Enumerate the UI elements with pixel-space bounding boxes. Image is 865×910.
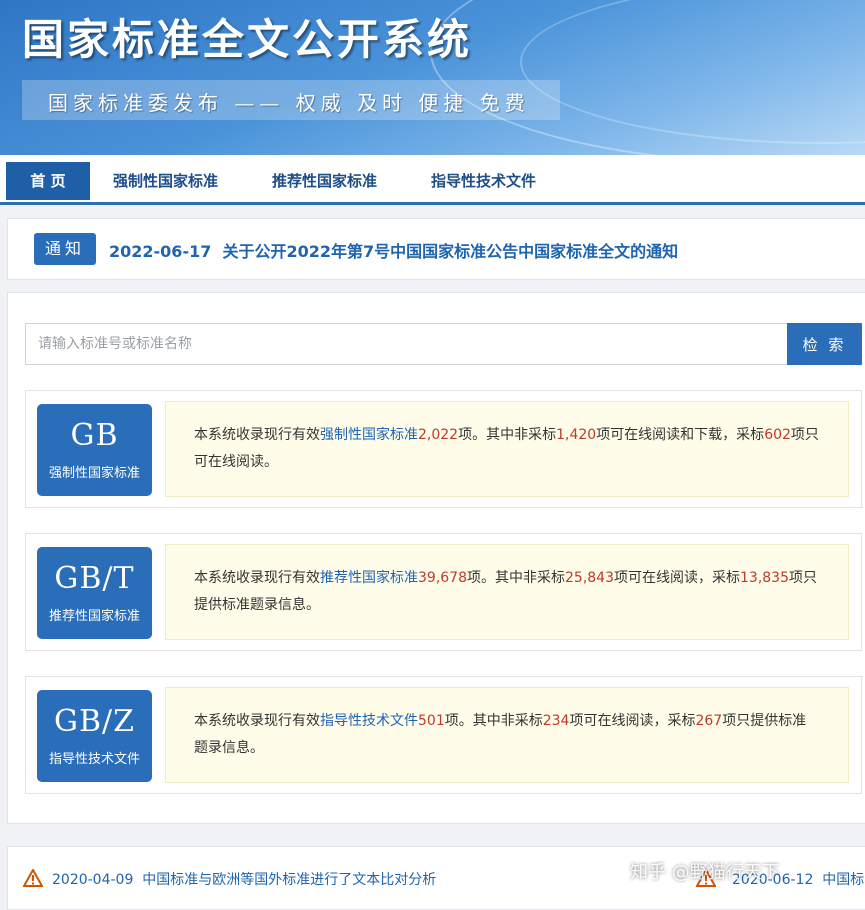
desc-text: 本系统收录现行有效: [194, 427, 320, 443]
category-link[interactable]: 推荐性国家标准: [320, 570, 418, 586]
category-link[interactable]: 指导性技术文件: [320, 713, 418, 729]
total-count: 2,022: [418, 427, 459, 443]
search-button[interactable]: 检 索: [787, 323, 862, 365]
standard-card-gbz: GB/Z 指导性技术文件 本系统收录现行有效指导性技术文件501项。其中非采标2…: [25, 676, 862, 794]
standard-card-gbt: GB/T 推荐性国家标准 本系统收录现行有效推荐性国家标准39,678项。其中非…: [25, 533, 862, 651]
desc-text: 项可在线阅读，采标: [569, 713, 696, 729]
desc-text: 项。其中非采标: [458, 427, 557, 443]
desc-text: 本系统收录现行有效: [194, 713, 320, 729]
notice-date: 2022-06-17: [109, 242, 212, 261]
news-title: 中国标: [822, 872, 865, 888]
nav-item-home[interactable]: 首 页: [6, 162, 90, 200]
category-link[interactable]: 强制性国家标准: [320, 427, 418, 443]
category-subtitle: 推荐性国家标准: [48, 609, 140, 624]
adopted-count: 13,835: [740, 570, 789, 586]
news-item-link[interactable]: 2020-04-09 中国标准与欧洲等国外标准进行了文本比对分析: [52, 869, 436, 889]
non-adopted-count: 234: [542, 713, 570, 729]
category-description: 本系统收录现行有效推荐性国家标准39,678项。其中非采标25,843项可在线阅…: [165, 544, 849, 640]
desc-text: 项。其中非采标: [467, 570, 565, 586]
warning-triangle-icon: [23, 869, 43, 887]
search-input[interactable]: [25, 323, 787, 365]
category-code: GB/Z: [54, 704, 135, 739]
header-banner: 国家标准全文公开系统 国家标准委发布 —— 权威 及时 便捷 免费: [0, 0, 865, 155]
main-panel: 检 索 GB 强制性国家标准 本系统收录现行有效强制性国家标准2,022项。其中…: [7, 292, 865, 824]
desc-text: 项可在线阅读和下载，采标: [596, 427, 765, 443]
nav-item-mandatory-standards[interactable]: 强制性国家标准: [113, 162, 218, 200]
adopted-count: 602: [764, 427, 791, 443]
desc-text: 项可在线阅读，采标: [614, 570, 740, 586]
category-description: 本系统收录现行有效强制性国家标准2,022项。其中非采标1,420项可在线阅读和…: [165, 401, 849, 497]
site-tagline: 国家标准委发布 —— 权威 及时 便捷 免费: [48, 91, 530, 115]
non-adopted-count: 1,420: [556, 427, 597, 443]
category-logo-gb[interactable]: GB 强制性国家标准: [37, 404, 152, 496]
category-logo-gbt[interactable]: GB/T 推荐性国家标准: [37, 547, 152, 639]
category-subtitle: 强制性国家标准: [48, 466, 140, 481]
non-adopted-count: 25,843: [565, 570, 614, 586]
news-date: 2020-04-09: [52, 872, 134, 888]
category-logo-gbz[interactable]: GB/Z 指导性技术文件: [37, 690, 152, 782]
desc-text: 本系统收录现行有效: [194, 570, 320, 586]
nav-item-recommended-standards[interactable]: 推荐性国家标准: [272, 162, 377, 200]
desc-text: 项。其中非采标: [444, 713, 543, 729]
adopted-count: 267: [695, 713, 723, 729]
standard-card-gb: GB 强制性国家标准 本系统收录现行有效强制性国家标准2,022项。其中非采标1…: [25, 390, 862, 508]
notice-title: 关于公开2022年第7号中国国家标准公告中国家标准全文的通知: [222, 242, 679, 261]
main-nav: 首 页 强制性国家标准 推荐性国家标准 指导性技术文件: [0, 155, 865, 205]
total-count: 39,678: [418, 570, 467, 586]
news-title: 中国标准与欧洲等国外标准进行了文本比对分析: [142, 872, 437, 888]
category-description: 本系统收录现行有效指导性技术文件501项。其中非采标234项可在线阅读，采标26…: [165, 687, 849, 783]
category-code: GB/T: [54, 561, 135, 596]
category-code: GB: [70, 418, 119, 453]
watermark: 知乎 @野猫行天下: [630, 862, 780, 883]
site-title: 国家标准全文公开系统: [22, 15, 473, 64]
total-count: 501: [418, 713, 445, 729]
notice-badge: 通知: [34, 233, 96, 265]
notice-link[interactable]: 2022-06-17 关于公开2022年第7号中国国家标准公告中国家标准全文的通…: [109, 238, 678, 262]
notice-bar: 通知 2022-06-17 关于公开2022年第7号中国国家标准公告中国家标准全…: [7, 218, 865, 280]
category-subtitle: 指导性技术文件: [48, 752, 140, 767]
nav-item-guidance-documents[interactable]: 指导性技术文件: [431, 162, 536, 200]
